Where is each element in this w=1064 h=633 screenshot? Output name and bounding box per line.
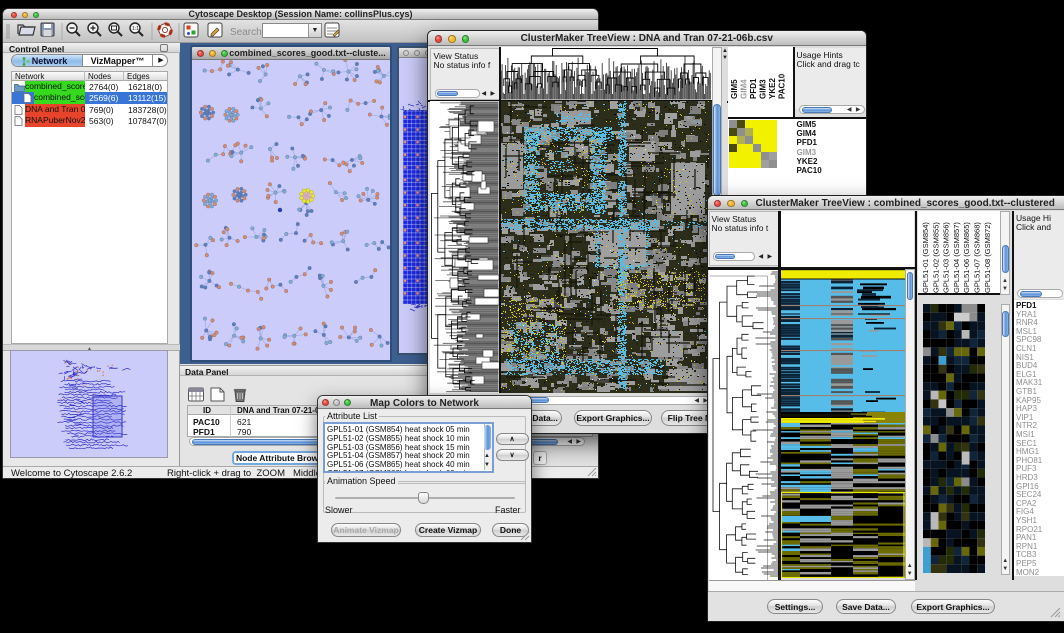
svg-text:PFD1: PFD1 <box>749 78 758 99</box>
svg-text:GPL51-06 (GSM865): GPL51-06 (GSM865) <box>962 222 971 293</box>
svg-text:GPL51-01 (GSM854): GPL51-01 (GSM854) <box>921 222 930 293</box>
svg-text:GIM4: GIM4 <box>739 79 748 99</box>
svg-text:GPL51-04 (GSM857): GPL51-04 (GSM857) <box>952 222 961 293</box>
svg-text:GPL51-02 (GSM855): GPL51-02 (GSM855) <box>931 222 940 293</box>
svg-text:GPL51-08 (GSM872): GPL51-08 (GSM872) <box>983 222 992 293</box>
svg-text:GPL51-03 (GSM856): GPL51-03 (GSM856) <box>942 222 951 293</box>
svg-text:GIM3: GIM3 <box>758 79 767 99</box>
svg-text:YKE2: YKE2 <box>768 78 777 99</box>
svg-text:PAC10: PAC10 <box>777 73 786 99</box>
svg-text:1:1: 1:1 <box>132 26 139 32</box>
svg-text:Search:: Search: <box>230 27 264 38</box>
svg-text:GIM5: GIM5 <box>730 79 739 99</box>
svg-text:GPL51-07 (GSM868): GPL51-07 (GSM868) <box>973 222 982 293</box>
